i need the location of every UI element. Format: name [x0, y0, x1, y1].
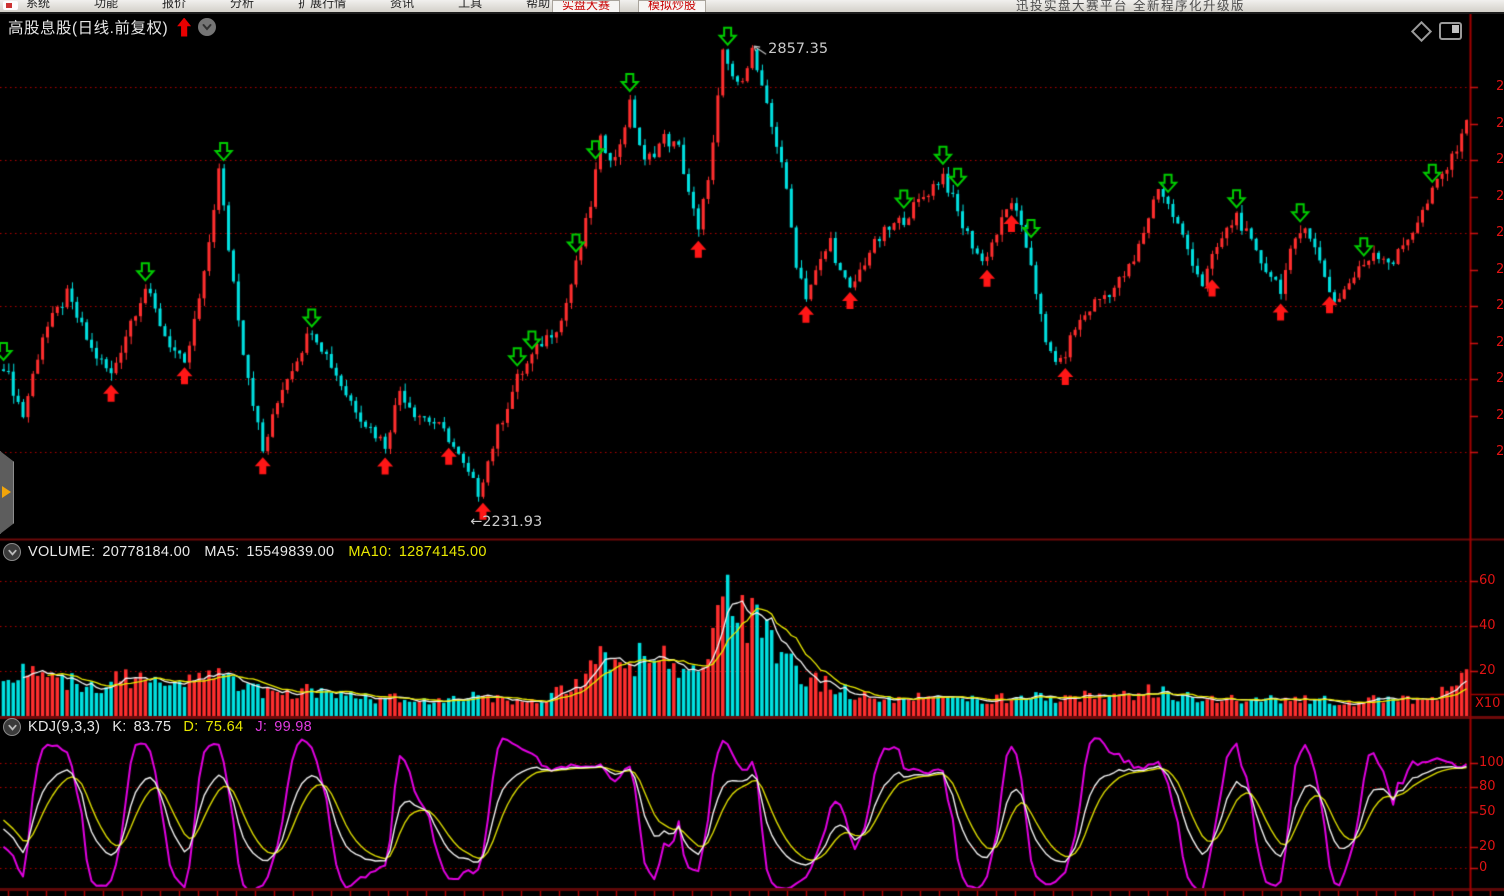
expand-arrow-icon: [2, 486, 11, 498]
kdj-j-label: J:: [255, 719, 267, 735]
price-axis-label-2450: 2450: [1496, 335, 1504, 350]
kdj-j-value: 99.98: [274, 719, 312, 735]
menu-item-8[interactable]: 帮助: [526, 0, 550, 11]
menu-item-5[interactable]: 扩展行情: [298, 0, 346, 11]
chart-title: 高股息股(日线.前复权): [8, 16, 168, 38]
price-axis-label-2550: 2550: [1496, 262, 1504, 277]
diamond-icon[interactable]: [1411, 20, 1432, 41]
kdj-axis-label-20: 20: [1479, 839, 1496, 854]
price-axis-label-2350: 2350: [1496, 408, 1504, 423]
chart-corner-icons: [1414, 22, 1462, 40]
low-price-annotation: ←2231.93: [470, 514, 542, 530]
price-up-arrow-icon: [177, 18, 191, 37]
kdj-k-value: 83.75: [134, 719, 172, 735]
chart-title-row: 高股息股(日线.前复权): [8, 16, 216, 38]
kdj-d-value: 75.64: [206, 719, 244, 735]
kdj-pane-header: KDJ(9,3,3) K: 83.75 D: 75.64 J: 99.98: [3, 718, 312, 736]
volume-pane-header: VOLUME: 20778184.00 MA5: 15549839.00 MA1…: [3, 543, 487, 561]
split-window-icon[interactable]: [1439, 22, 1462, 40]
kdj-axis-label-50: 50: [1479, 804, 1496, 819]
menu-red-button-2[interactable]: 模拟炒股: [638, 0, 706, 13]
kdj-axis-label-80: 80: [1479, 779, 1496, 794]
volume-collapse-chevron-icon[interactable]: [3, 543, 21, 561]
kdj-k-label: K:: [112, 719, 126, 735]
volume-axis-label-40: 40: [1479, 618, 1496, 633]
volume-ma10-value: 12874145.00: [399, 544, 487, 560]
menu-items: 系统 功能 报价 分析 扩展行情 资讯 工具 帮助: [26, 0, 550, 14]
volume-value: 20778184.00: [102, 544, 190, 560]
price-axis-label-2600: 2600: [1496, 225, 1504, 240]
price-axis-label-2700: 2700: [1496, 152, 1504, 167]
kdj-axis-label-100: 100: [1479, 755, 1504, 770]
main-chart-canvas[interactable]: [0, 0, 1504, 896]
volume-axis-multiplier: X10: [1475, 696, 1500, 711]
kdj-axis-label-0: 0: [1479, 860, 1487, 875]
price-axis-label-2750: 2750: [1496, 116, 1504, 131]
menu-item-7[interactable]: 工具: [458, 0, 482, 11]
kdj-d-label: D:: [183, 719, 198, 735]
menu-red-button-1-label: 实盘大赛: [562, 0, 610, 13]
volume-ma10-label: MA10:: [348, 544, 391, 560]
kdj-collapse-chevron-icon[interactable]: [3, 718, 21, 736]
promo-text: 迅投实盘大赛平台 全新程序化升级版: [1016, 0, 1245, 14]
title-collapse-chevron-icon[interactable]: [198, 18, 216, 36]
kdj-label: KDJ(9,3,3): [28, 719, 100, 735]
menu-item-2[interactable]: 功能: [94, 0, 118, 11]
high-price-annotation: 2857.35: [768, 41, 828, 57]
menu-bar: 系统 功能 报价 分析 扩展行情 资讯 工具 帮助 实盘大赛 模拟炒股 迅投实盘大赛平台 全新…: [0, 0, 1504, 14]
app-logo-icon[interactable]: [3, 1, 18, 10]
price-axis-label-2650: 2650: [1496, 189, 1504, 204]
menu-red-button-1[interactable]: 实盘大赛: [552, 0, 620, 13]
menu-item-3[interactable]: 报价: [162, 0, 186, 11]
left-panel-handle[interactable]: [0, 451, 14, 534]
volume-ma5-label: MA5:: [204, 544, 239, 560]
price-axis-label-2400: 2400: [1496, 371, 1504, 386]
price-axis-label-2300: 2300: [1496, 444, 1504, 459]
volume-axis-label-20: 20: [1479, 663, 1496, 678]
volume-label: VOLUME:: [28, 544, 95, 560]
volume-axis-label-60: 60: [1479, 573, 1496, 588]
menu-item-1[interactable]: 系统: [26, 0, 50, 11]
volume-ma5-value: 15549839.00: [246, 544, 334, 560]
menu-item-4[interactable]: 分析: [230, 0, 254, 11]
price-axis-label-2500: 2500: [1496, 298, 1504, 313]
menu-item-6[interactable]: 资讯: [390, 0, 414, 11]
price-axis-label-2800: 2800: [1496, 79, 1504, 94]
menu-red-button-2-label: 模拟炒股: [648, 0, 696, 13]
